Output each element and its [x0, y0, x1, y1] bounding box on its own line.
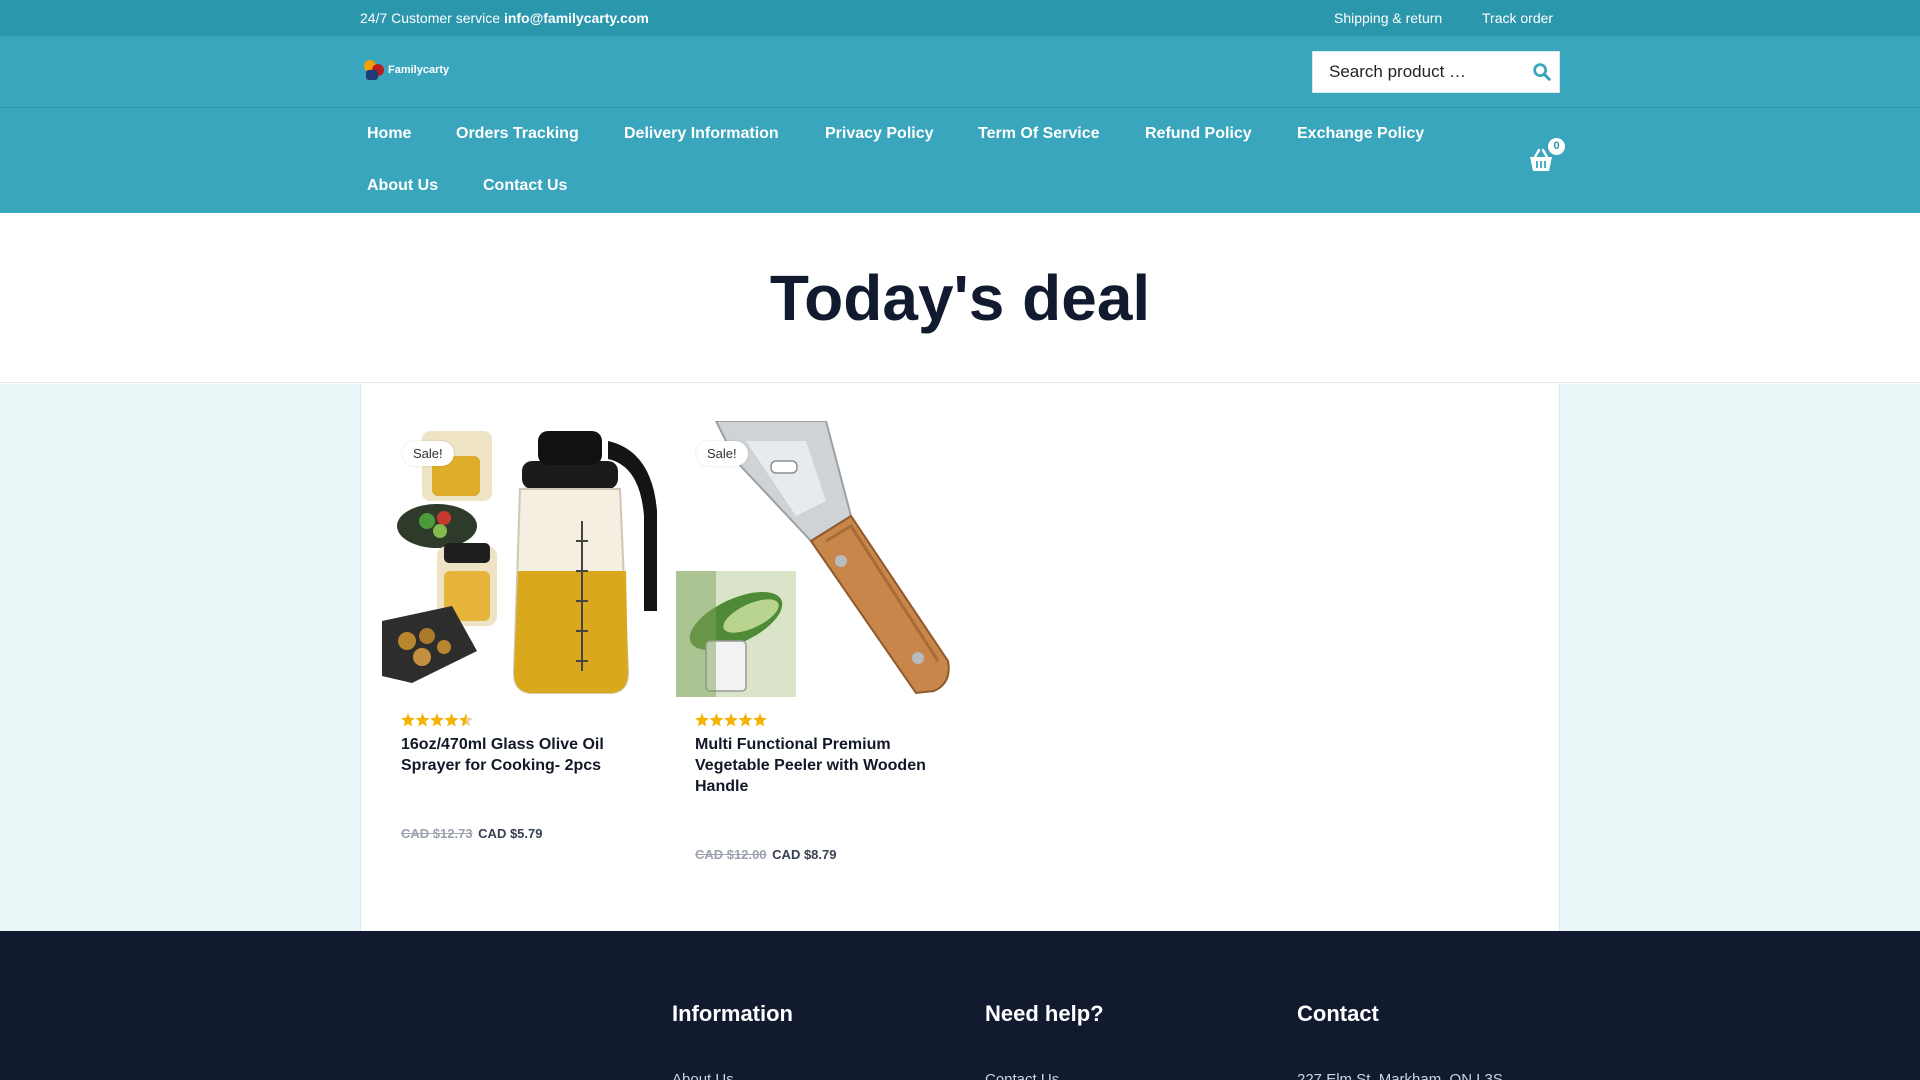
nav-item-delivery-information[interactable]: Delivery Information: [624, 125, 779, 143]
search-box: [1312, 51, 1560, 93]
logo-text: Familycarty: [388, 64, 450, 76]
nav-item-orders-tracking[interactable]: Orders Tracking: [456, 125, 579, 143]
page-title-section: Today's deal: [0, 213, 1920, 383]
site-footer: Information Need help? Contact About Us …: [0, 931, 1920, 1080]
main-nav: Home Orders Tracking Delivery Informatio…: [0, 108, 1920, 213]
nav-item-refund-policy[interactable]: Refund Policy: [1145, 125, 1252, 143]
old-price: CAD $12.00: [695, 847, 767, 862]
footer-link-contact-us[interactable]: Contact Us: [985, 1071, 1059, 1080]
customer-service: 24/7 Customer service info@familycarty.c…: [360, 10, 649, 26]
cart-count-badge: 0: [1548, 138, 1565, 155]
nav-item-privacy-policy[interactable]: Privacy Policy: [825, 125, 934, 143]
footer-address: 227 Elm St, Markham, ON L3S: [1297, 1071, 1503, 1080]
page-title: Today's deal: [769, 262, 1151, 334]
footer-contact-heading: Contact: [1297, 1001, 1379, 1026]
product-price: CAD $12.00 CAD $8.79: [695, 847, 836, 862]
logo-mark: [362, 58, 386, 82]
sale-badge: Sale!: [696, 441, 748, 466]
nav-item-contact-us[interactable]: Contact Us: [483, 177, 567, 195]
track-order-link[interactable]: Track order: [1482, 10, 1553, 26]
sale-price: CAD $8.79: [772, 847, 837, 862]
product-card[interactable]: Sale! Multi Functional Premium Vegetable…: [676, 421, 952, 862]
search-icon[interactable]: [1531, 61, 1553, 83]
nav-item-exchange-policy[interactable]: Exchange Policy: [1297, 125, 1424, 143]
sale-price: CAD $5.79: [478, 826, 543, 841]
footer-link-about-us[interactable]: About Us: [672, 1071, 734, 1080]
product-image-oil-sprayer[interactable]: Sale!: [382, 421, 658, 697]
shipping-return-link[interactable]: Shipping & return: [1334, 10, 1442, 26]
site-logo[interactable]: Familycarty: [362, 58, 449, 82]
footer-help-heading: Need help?: [985, 1001, 1104, 1026]
nav-item-about-us[interactable]: About Us: [367, 177, 438, 195]
nav-item-home[interactable]: Home: [367, 125, 411, 143]
search-input[interactable]: [1313, 52, 1523, 92]
sale-badge: Sale!: [402, 441, 454, 466]
site-header: Familycarty: [0, 36, 1920, 108]
product-image-vegetable-peeler[interactable]: Sale!: [676, 421, 952, 697]
product-name[interactable]: Multi Functional Premium Vegetable Peele…: [695, 734, 935, 797]
top-bar: 24/7 Customer service info@familycarty.c…: [0, 0, 1920, 36]
product-name[interactable]: 16oz/470ml Glass Olive Oil Sprayer for C…: [401, 734, 641, 776]
product-card[interactable]: Sale! 16oz/470ml Glass Olive Oil Sprayer…: [382, 421, 658, 841]
customer-service-email[interactable]: info@familycarty.com: [504, 10, 649, 26]
product-grid: Sale! 16oz/470ml Glass Olive Oil Sprayer…: [360, 384, 1560, 931]
customer-service-label: 24/7 Customer service: [360, 10, 501, 26]
product-price: CAD $12.73 CAD $5.79: [401, 826, 542, 841]
rating-stars: [401, 713, 473, 727]
footer-information-heading: Information: [672, 1001, 793, 1026]
nav-item-term-of-service[interactable]: Term Of Service: [978, 125, 1100, 143]
rating-stars: [695, 713, 767, 727]
old-price: CAD $12.73: [401, 826, 473, 841]
